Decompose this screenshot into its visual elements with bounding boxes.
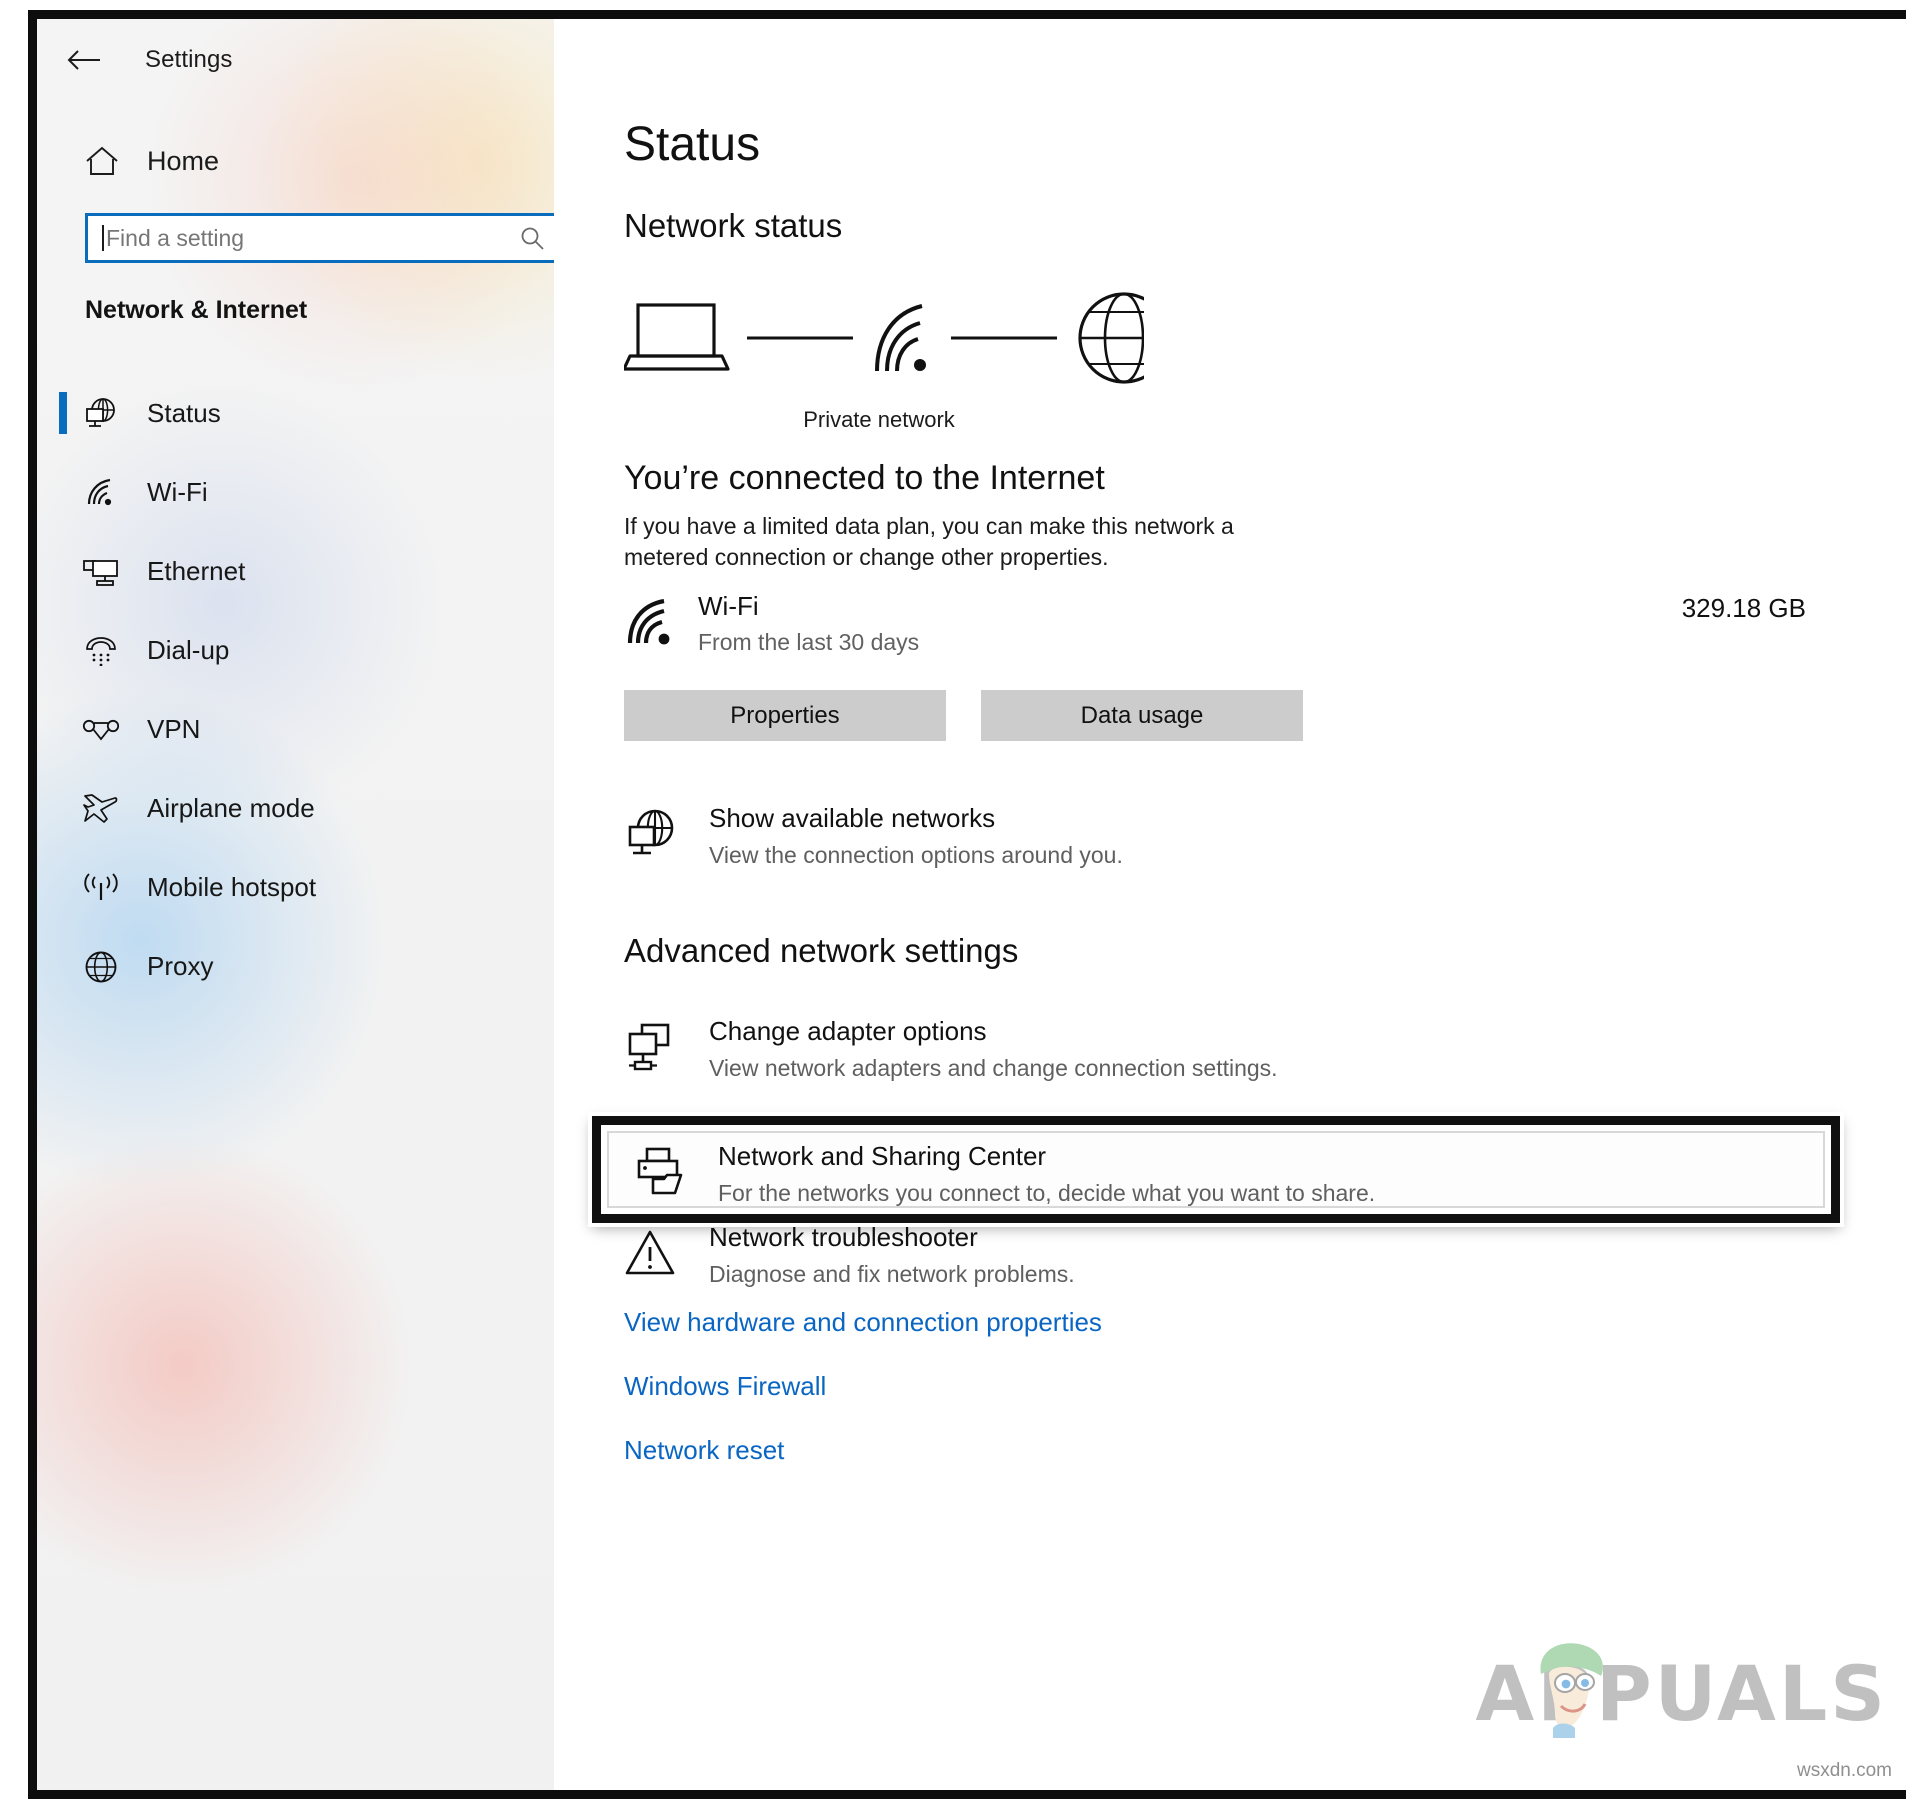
network-sharing-center-highlight: Network and Sharing Center For the netwo…: [592, 1116, 1840, 1223]
search-caret: [102, 225, 104, 251]
sidebar-label-ethernet: Ethernet: [147, 556, 246, 586]
sidebar-item-proxy[interactable]: Proxy: [37, 927, 554, 1006]
connection-period: From the last 30 days: [698, 629, 920, 655]
sidebar-label-dialup: Dial-up: [147, 635, 230, 665]
title-bar: Settings: [37, 19, 554, 101]
sidebar-label-mobile-hotspot: Mobile hotspot: [147, 872, 317, 902]
back-arrow-icon: [67, 50, 100, 70]
sidebar-item-wifi[interactable]: Wi-Fi: [37, 453, 554, 532]
show-networks-subtitle: View the connection options around you.: [709, 842, 1123, 868]
sharing-center-icon: [633, 1147, 687, 1199]
sidebar-home-label: Home: [147, 145, 220, 176]
main-content: Status Network status Private network Yo…: [554, 19, 1906, 1790]
network-sharing-center-title: Network and Sharing Center: [718, 1141, 1047, 1171]
show-networks-title: Show available networks: [709, 803, 996, 833]
dialup-phone-icon: [77, 636, 125, 666]
wifi-icon: [77, 478, 125, 508]
app-title: Settings: [145, 46, 233, 73]
screenshot-root: Settings Home Find a setting Network & I…: [0, 0, 1906, 1809]
airplane-icon: [77, 793, 125, 825]
home-icon: [79, 146, 125, 177]
network-type-caption: Private network: [803, 407, 955, 432]
appuals-watermark: APPUALS: [1475, 1643, 1888, 1738]
appuals-mascot-icon: [1523, 1634, 1619, 1742]
adapter-icon: [624, 1022, 678, 1074]
wifi-signal-icon: [875, 304, 926, 372]
data-usage-button[interactable]: Data usage: [981, 690, 1303, 741]
sidebar-category-heading: Network & Internet: [85, 296, 308, 324]
sidebar: Settings Home Find a setting Network & I…: [37, 19, 554, 1790]
warning-triangle-icon: [624, 1228, 678, 1278]
properties-button[interactable]: Properties: [624, 690, 946, 741]
page-title: Status: [624, 118, 761, 171]
sidebar-label-proxy: Proxy: [147, 951, 214, 981]
search-box[interactable]: [85, 213, 554, 263]
sidebar-item-mobile-hotspot[interactable]: Mobile hotspot: [37, 848, 554, 927]
settings-window: Settings Home Find a setting Network & I…: [28, 10, 1906, 1799]
sidebar-item-home[interactable]: Home: [37, 132, 554, 190]
connected-description: If you have a limited data plan, you can…: [624, 513, 1234, 570]
sidebar-item-status[interactable]: Status: [37, 374, 554, 453]
watermark-brand: APPUALS: [1475, 1649, 1888, 1738]
vpn-icon: [77, 717, 125, 743]
troubleshooter-title: Network troubleshooter: [709, 1222, 978, 1252]
globe-monitor-icon: [77, 397, 125, 431]
globe-monitor-icon: [624, 809, 678, 861]
connection-data-usage: 329.18 GB: [1681, 593, 1806, 623]
network-troubleshooter-item[interactable]: Network troubleshooter Diagnose and fix …: [624, 1222, 1524, 1292]
globe-icon: [1078, 292, 1144, 384]
connection-name: Wi-Fi: [698, 591, 759, 621]
change-adapter-options-item[interactable]: Change adapter options View network adap…: [624, 1016, 1524, 1086]
network-sharing-center-subtitle: For the networks you connect to, decide …: [718, 1180, 1376, 1206]
sidebar-label-status: Status: [147, 398, 221, 428]
connected-heading: You’re connected to the Internet: [624, 459, 1105, 497]
network-status-heading: Network status: [624, 207, 843, 244]
link-network-reset[interactable]: Network reset: [624, 1435, 784, 1466]
change-adapter-title: Change adapter options: [709, 1016, 987, 1046]
sidebar-item-vpn[interactable]: VPN: [37, 690, 554, 769]
link-windows-firewall[interactable]: Windows Firewall: [624, 1371, 826, 1402]
laptop-icon: [624, 303, 730, 371]
troubleshooter-subtitle: Diagnose and fix network problems.: [709, 1261, 1075, 1287]
sidebar-item-ethernet[interactable]: Ethernet: [37, 532, 554, 611]
search-icon[interactable]: [509, 225, 554, 252]
search-input[interactable]: [106, 224, 509, 252]
sidebar-label-airplane-mode: Airplane mode: [147, 793, 315, 823]
sidebar-item-dialup[interactable]: Dial-up: [37, 611, 554, 690]
active-connection-row[interactable]: Wi-Fi From the last 30 days 329.18 GB: [624, 591, 1824, 661]
connection-action-buttons: Properties Data usage: [624, 690, 1824, 741]
wifi-icon: [624, 599, 680, 649]
link-view-hardware-properties[interactable]: View hardware and connection properties: [624, 1307, 1102, 1338]
watermark-site: wsxdn.com: [1796, 1760, 1892, 1781]
sidebar-label-wifi: Wi-Fi: [147, 477, 208, 507]
hotspot-icon: [77, 872, 125, 903]
ethernet-icon: [77, 556, 125, 588]
back-button[interactable]: [53, 36, 117, 84]
network-diagram: [624, 291, 1144, 386]
selection-indicator: [59, 392, 67, 434]
globe-icon: [77, 950, 125, 984]
network-and-sharing-center-item[interactable]: Network and Sharing Center For the netwo…: [633, 1141, 1733, 1211]
sidebar-item-airplane-mode[interactable]: Airplane mode: [37, 769, 554, 848]
advanced-settings-heading: Advanced network settings: [624, 932, 1019, 969]
change-adapter-subtitle: View network adapters and change connect…: [709, 1055, 1278, 1081]
sidebar-nav-list: Status Wi-Fi Ethernet Dial-up VPN Airpla…: [37, 374, 554, 1006]
sidebar-label-vpn: VPN: [147, 714, 201, 744]
show-available-networks-item[interactable]: Show available networks View the connect…: [624, 803, 1524, 873]
